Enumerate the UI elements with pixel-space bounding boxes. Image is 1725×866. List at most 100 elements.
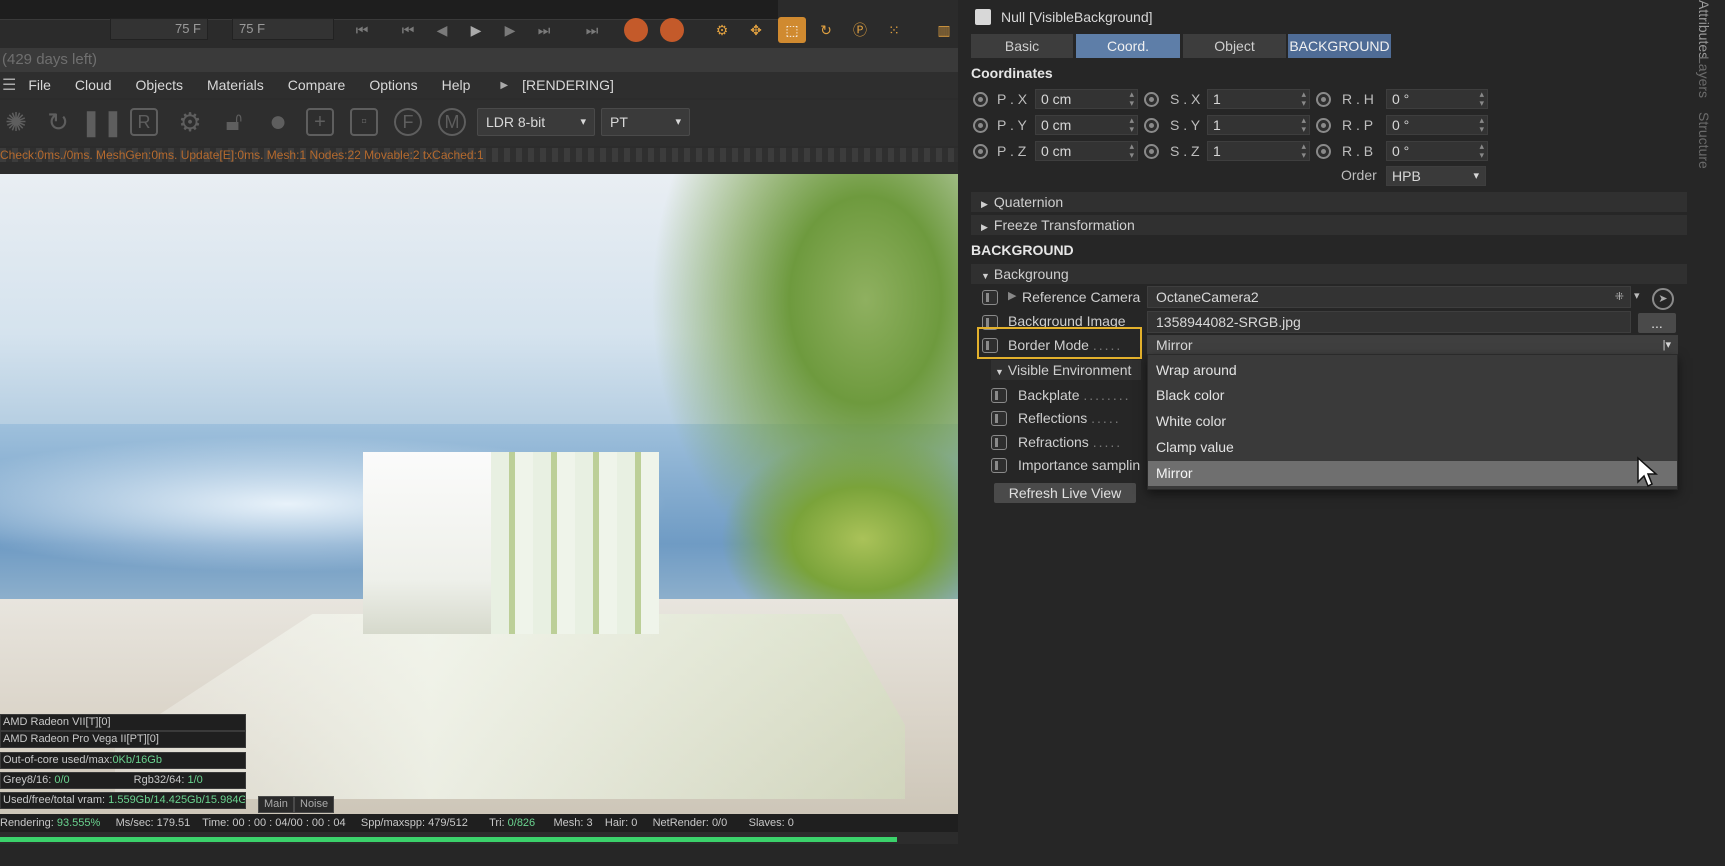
menu-help[interactable]: Help <box>442 77 471 93</box>
freeze-transformation-group[interactable]: ▶ Freeze Transformation <box>971 215 1687 235</box>
pz-field[interactable]: 0 cm ▴ ▾ <box>1035 141 1138 161</box>
keyframe-icon[interactable] <box>991 388 1007 403</box>
previous-frame-icon[interactable]: ◀ <box>428 17 456 43</box>
rp-field[interactable]: 0 ° ▴ ▾ <box>1386 115 1488 135</box>
py-field[interactable]: 0 cm ▴ ▾ <box>1035 115 1138 135</box>
next-key-icon[interactable]: ⏭ <box>530 17 558 43</box>
send-scene-icon[interactable]: ✺ <box>0 106 32 138</box>
menu-cloud[interactable]: Cloud <box>75 77 112 93</box>
reference-camera-field[interactable]: OctaneCamera2 ⁜ <box>1147 286 1631 308</box>
browse-button[interactable]: ... <box>1638 313 1676 333</box>
spinner-icon[interactable]: ▴ ▾ <box>1129 90 1134 108</box>
backgroung-group[interactable]: ▼ Backgroung <box>971 264 1687 284</box>
refresh-live-view-button[interactable]: Refresh Live View <box>994 483 1136 503</box>
lock-icon[interactable]: 🔓︎ <box>218 106 250 138</box>
side-tab-attributes[interactable]: Attributes <box>1696 0 1712 59</box>
spinner-icon[interactable]: ▴ ▾ <box>1129 116 1134 134</box>
rp-anim-toggle[interactable] <box>1316 118 1331 133</box>
tab-coord[interactable]: Coord. <box>1076 34 1180 58</box>
menu-compare[interactable]: Compare <box>288 77 346 93</box>
spinner-icon[interactable]: ▴ ▾ <box>1301 90 1306 108</box>
go-to-end-icon[interactable]: ⏭ <box>578 17 606 43</box>
side-tab-structure[interactable]: Structure <box>1696 112 1712 169</box>
keyframe-icon[interactable] <box>991 435 1007 450</box>
keyframe-selection-icon[interactable]: ⚙ <box>708 17 736 43</box>
next-frame-icon[interactable]: ▶ <box>496 17 524 43</box>
keyframe-icon[interactable] <box>991 458 1007 473</box>
rh-field[interactable]: 0 ° ▴ ▾ <box>1386 89 1488 109</box>
spinner-icon[interactable]: ▴ ▾ <box>1301 142 1306 160</box>
spinner-icon[interactable]: ▴ ▾ <box>1479 116 1484 134</box>
tab-main[interactable]: Main <box>258 796 294 813</box>
parameter-key-icon[interactable]: Ⓟ <box>846 17 874 43</box>
spinner-icon[interactable]: ▴ ▾ <box>1129 142 1134 160</box>
py-anim-toggle[interactable] <box>973 118 988 133</box>
scale-key-icon[interactable]: ⬚ <box>778 17 806 43</box>
pick-object-icon[interactable]: ➤ <box>1652 288 1674 310</box>
tab-noise[interactable]: Noise <box>294 796 335 813</box>
background-image-field[interactable]: 1358944082-SRGB.jpg <box>1147 311 1631 333</box>
option-wrap-around[interactable]: Wrap around <box>1148 358 1677 383</box>
keyframe-icon[interactable] <box>982 338 998 353</box>
region-render-icon[interactable]: R <box>130 108 158 136</box>
settings-gear-icon[interactable]: ⚙ <box>174 106 206 138</box>
rh-anim-toggle[interactable] <box>1316 92 1331 107</box>
spinner-icon[interactable]: ▴ ▾ <box>1479 142 1484 160</box>
record-icon[interactable] <box>624 18 648 42</box>
add-region-icon[interactable]: + <box>306 108 334 136</box>
play-arrow-icon[interactable]: ▶ <box>500 80 508 91</box>
material-picker-icon[interactable]: M <box>438 108 466 136</box>
keyframe-icon[interactable] <box>982 290 998 305</box>
tab-background[interactable]: BACKGROUND <box>1288 34 1391 58</box>
keyframe-icon[interactable] <box>991 411 1007 426</box>
chevron-down-icon[interactable]: ▾ <box>1634 289 1640 302</box>
material-ball-icon[interactable]: ● <box>262 105 294 138</box>
px-anim-toggle[interactable] <box>973 92 988 107</box>
menu-materials[interactable]: Materials <box>207 77 264 93</box>
menu-options[interactable]: Options <box>369 77 417 93</box>
menu-objects[interactable]: Objects <box>136 77 183 93</box>
rotation-key-icon[interactable]: ↻ <box>812 17 840 43</box>
previous-key-icon[interactable]: ⏮ <box>394 17 422 43</box>
sx-anim-toggle[interactable] <box>1144 92 1159 107</box>
focus-picker-icon[interactable]: F <box>394 108 422 136</box>
sx-field[interactable]: 1 ▴ ▾ <box>1207 89 1310 109</box>
sy-field[interactable]: 1 ▴ ▾ <box>1207 115 1310 135</box>
side-tab-layers[interactable]: Layers <box>1696 56 1712 98</box>
go-to-start-icon[interactable]: ⏮ <box>348 17 376 43</box>
quaternion-group[interactable]: ▶ Quaternion <box>971 192 1687 212</box>
spinner-icon[interactable]: ▴ ▾ <box>1479 90 1484 108</box>
border-mode-select[interactable]: Mirror |▾ <box>1147 335 1678 355</box>
sz-anim-toggle[interactable] <box>1144 144 1159 159</box>
kernel-select[interactable]: PT ▾ <box>601 108 690 136</box>
spinner-icon[interactable]: ▴ ▾ <box>1301 116 1306 134</box>
frame-end-field[interactable]: 75 F <box>232 18 334 40</box>
pause-render-icon[interactable]: ❚❚ <box>80 106 124 138</box>
play-icon[interactable]: ▶ <box>462 17 490 43</box>
order-select[interactable]: HPB ▾ <box>1386 166 1486 186</box>
tab-basic[interactable]: Basic <box>971 34 1073 58</box>
pz-anim-toggle[interactable] <box>973 144 988 159</box>
frame-start-field[interactable]: 75 F <box>110 18 208 40</box>
option-black-color[interactable]: Black color <box>1148 383 1677 408</box>
chevron-right-icon[interactable]: ▶ <box>1008 289 1016 302</box>
sy-anim-toggle[interactable] <box>1144 118 1159 133</box>
pla-key-icon[interactable]: ⁙ <box>880 17 908 43</box>
restart-render-icon[interactable]: ↻ <box>42 106 74 138</box>
sz-field[interactable]: 1 ▴ ▾ <box>1207 141 1310 161</box>
position-key-icon[interactable]: ✥ <box>742 17 770 43</box>
film-icon[interactable]: ▥ <box>930 17 958 43</box>
color-depth-select[interactable]: LDR 8-bit ▾ <box>477 108 595 136</box>
rb-field[interactable]: 0 ° ▴ ▾ <box>1386 141 1488 161</box>
option-clamp-value[interactable]: Clamp value <box>1148 435 1677 460</box>
option-white-color[interactable]: White color <box>1148 409 1677 434</box>
menu-file[interactable]: File <box>28 77 51 93</box>
tab-object[interactable]: Object <box>1183 34 1286 58</box>
autokey-icon[interactable] <box>660 18 684 42</box>
visible-environment-group[interactable]: ▼ Visible Environment <box>991 360 1141 380</box>
rb-anim-toggle[interactable] <box>1316 144 1331 159</box>
focus-region-icon[interactable]: ▫ <box>350 108 378 136</box>
hamburger-icon[interactable]: ☰ <box>2 75 16 95</box>
px-field[interactable]: 0 cm ▴ ▾ <box>1035 89 1138 109</box>
option-mirror[interactable]: Mirror <box>1148 461 1677 486</box>
